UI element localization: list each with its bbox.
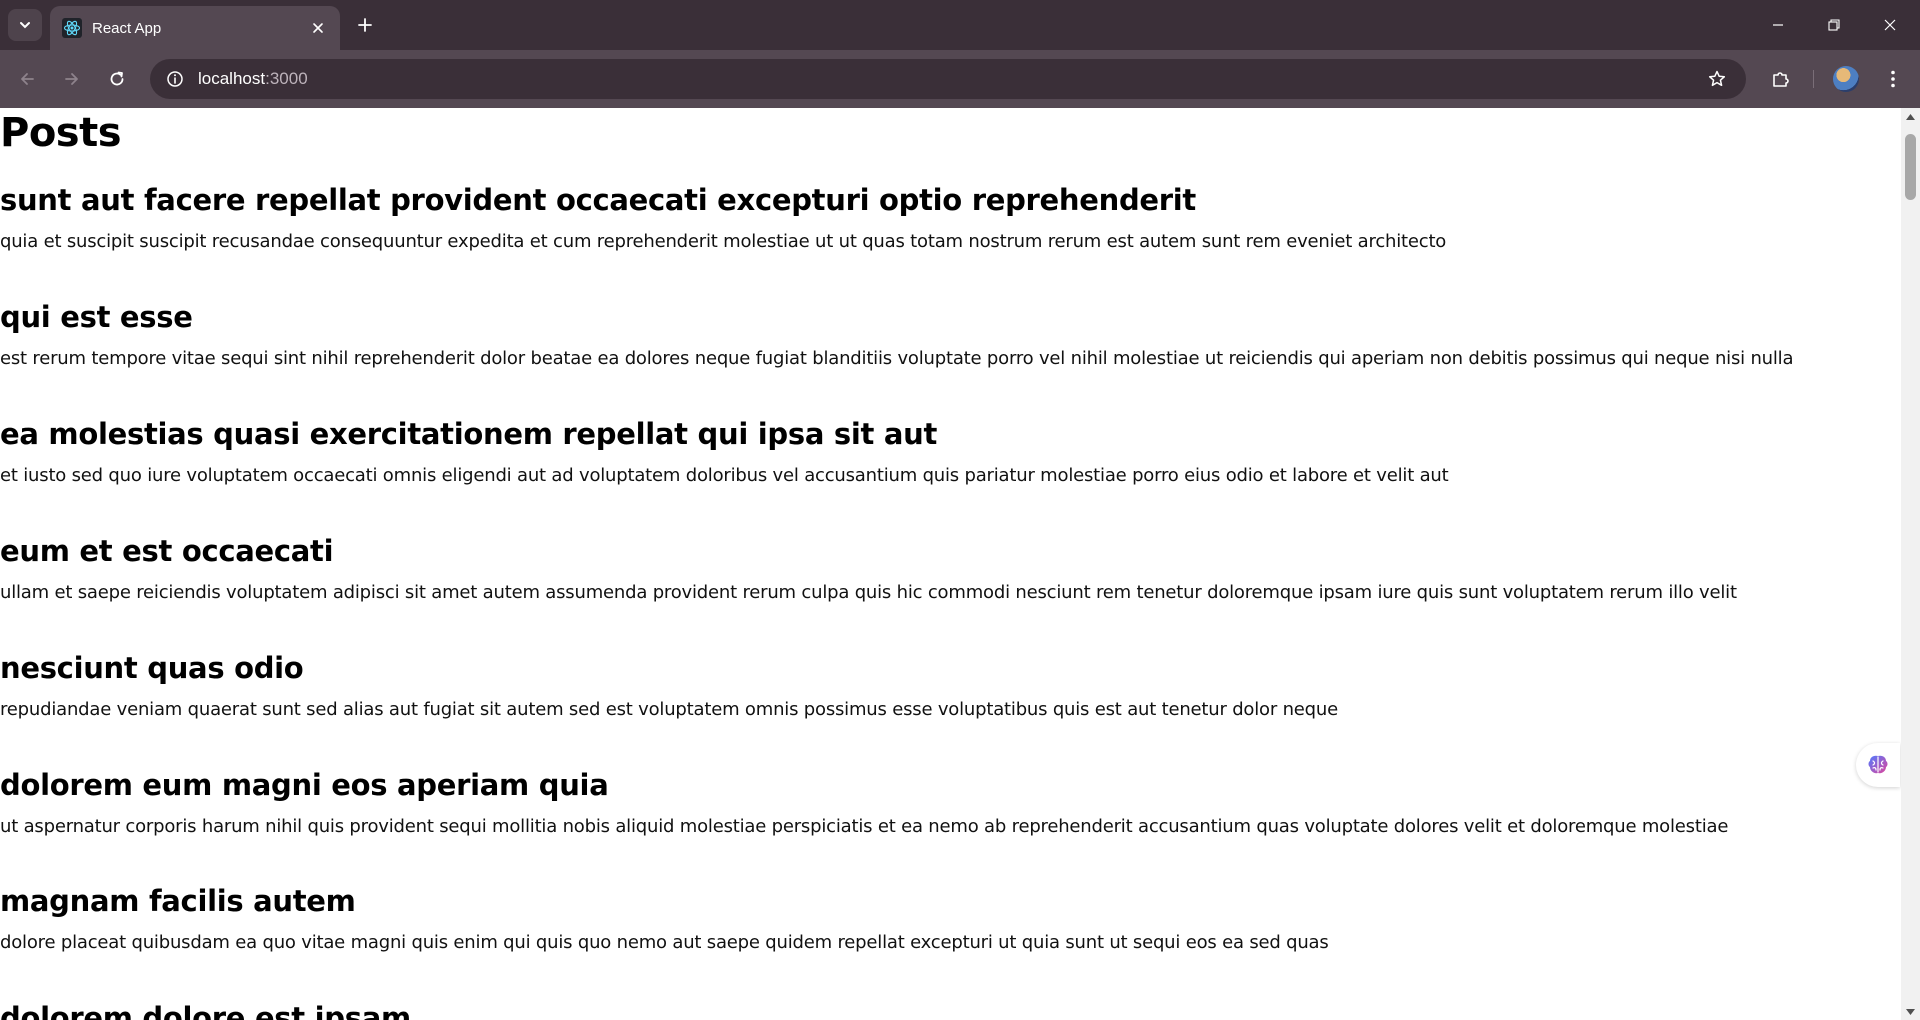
- side-extension-button[interactable]: [1856, 743, 1900, 787]
- brain-icon: [1868, 755, 1888, 774]
- post-item: ea molestias quasi exercitationem repell…: [0, 417, 1880, 486]
- post-body: quia et suscipit suscipit recusandae con…: [0, 231, 1447, 252]
- close-window-button[interactable]: [1862, 0, 1918, 50]
- post-item: eum et est occaecati ullam et saepe reic…: [0, 534, 1880, 603]
- close-icon: [313, 23, 323, 33]
- post-body: est rerum tempore vitae sequi sint nihil…: [0, 348, 1794, 369]
- avatar: [1833, 66, 1859, 92]
- reload-icon: [110, 71, 124, 86]
- post-body: dolore placeat quibusdam ea quo vitae ma…: [0, 932, 1329, 953]
- page-viewport: Posts sunt aut facere repellat provident…: [0, 108, 1901, 1020]
- post-title: eum et est occaecati: [0, 534, 334, 568]
- page-title: Posts: [0, 110, 122, 156]
- kebab-menu-icon: [1891, 70, 1895, 88]
- triangle-up-icon: [1906, 113, 1915, 120]
- post-item: qui est esse est rerum tempore vitae seq…: [0, 300, 1880, 369]
- tab-search-button[interactable]: [8, 9, 42, 41]
- chevron-down-icon: [20, 22, 30, 29]
- minimize-icon: [1773, 24, 1783, 26]
- scroll-up-button[interactable]: [1901, 108, 1920, 125]
- post-body: ut aspernatur corporis harum nihil quis …: [0, 816, 1729, 837]
- arrow-left-icon: [21, 73, 34, 85]
- bookmark-button[interactable]: [1706, 68, 1728, 90]
- post-title: sunt aut facere repellat provident occae…: [0, 183, 1196, 217]
- post-title: ea molestias quasi exercitationem repell…: [0, 417, 938, 451]
- plus-icon: [358, 18, 372, 32]
- close-tab-button[interactable]: [306, 16, 330, 40]
- url-port: :3000: [265, 69, 308, 88]
- new-tab-button[interactable]: [352, 12, 378, 38]
- scroll-down-button[interactable]: [1901, 1003, 1920, 1020]
- scrollbar-thumb[interactable]: [1905, 134, 1916, 200]
- browser-menu-button[interactable]: [1877, 63, 1909, 95]
- tab-title: React App: [92, 19, 162, 37]
- browser-tab[interactable]: React App: [50, 6, 340, 50]
- vertical-scrollbar[interactable]: [1901, 108, 1920, 1020]
- post-item: magnam facilis autem dolore placeat quib…: [0, 884, 1880, 953]
- minimize-button[interactable]: [1750, 0, 1806, 50]
- back-button[interactable]: [11, 63, 43, 95]
- url-text: localhost:3000: [198, 69, 308, 89]
- tab-strip: React App: [0, 0, 1920, 50]
- post-item: dolorem dolore est ipsam: [0, 1001, 1880, 1020]
- forward-button[interactable]: [56, 63, 88, 95]
- post-title: dolorem dolore est ipsam: [0, 1001, 411, 1020]
- post-body: repudiandae veniam quaerat sunt sed alia…: [0, 699, 1338, 720]
- triangle-down-icon: [1906, 1008, 1915, 1015]
- url-host: localhost: [198, 69, 266, 88]
- reload-button[interactable]: [101, 63, 133, 95]
- post-body: et iusto sed quo iure voluptatem occaeca…: [0, 465, 1449, 486]
- post-item: dolorem eum magni eos aperiam quia ut as…: [0, 768, 1880, 837]
- restore-button[interactable]: [1806, 0, 1862, 50]
- post-title: nesciunt quas odio: [0, 651, 304, 685]
- arrow-right-icon: [65, 73, 78, 85]
- close-icon: [1884, 19, 1896, 31]
- react-logo-icon: [62, 18, 82, 38]
- post-body: ullam et saepe reiciendis voluptatem adi…: [0, 582, 1737, 603]
- extensions-button[interactable]: [1765, 63, 1797, 95]
- browser-toolbar: localhost:3000: [0, 50, 1920, 108]
- restore-icon: [1828, 19, 1840, 31]
- star-icon: [1708, 70, 1726, 87]
- toolbar-divider: [1813, 70, 1814, 88]
- info-icon[interactable]: [164, 68, 186, 90]
- post-item: sunt aut facere repellat provident occae…: [0, 183, 1880, 252]
- post-title: dolorem eum magni eos aperiam quia: [0, 768, 609, 802]
- puzzle-icon: [1773, 72, 1789, 87]
- post-item: nesciunt quas odio repudiandae veniam qu…: [0, 651, 1880, 720]
- profile-button[interactable]: [1830, 63, 1862, 95]
- post-title: qui est esse: [0, 300, 193, 334]
- post-title: magnam facilis autem: [0, 884, 356, 918]
- address-bar[interactable]: localhost:3000: [150, 59, 1746, 99]
